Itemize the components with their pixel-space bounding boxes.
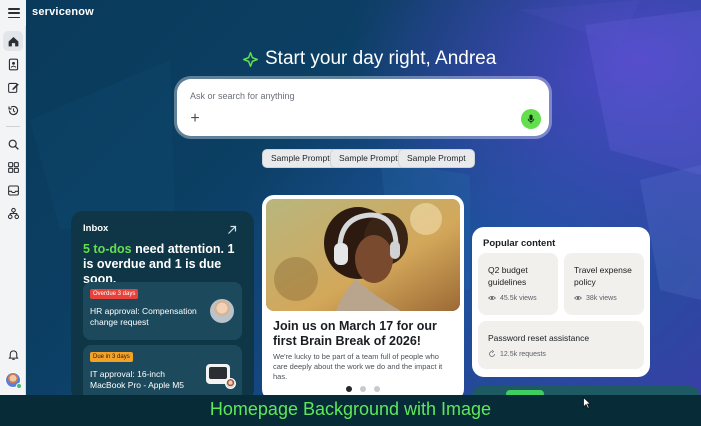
popular-item-meta: 12.5k requests [488,350,546,358]
due-soon-badge: Due in 3 days [90,352,133,362]
popular-item-meta: 38k views [574,294,617,302]
brand-logo[interactable]: servicenow [32,6,94,18]
sidebar-item-profile[interactable] [3,54,23,74]
carousel-dot[interactable] [360,386,366,392]
event-photo [266,199,460,311]
id-card-icon [8,58,18,70]
popular-item-title: Travel expense policy [574,265,632,287]
popular-item[interactable]: Travel expense policy 38k views [564,253,644,315]
sample-prompt-chip[interactable]: Sample Prompt [330,149,407,168]
sidebar-item-apps[interactable] [3,157,23,177]
sample-prompt-chip[interactable]: Sample Prompt [398,149,475,168]
popular-content-card: Popular content Q2 budget guidelines 45.… [472,227,650,377]
greeting-text: Start your day right, Andrea [265,48,497,69]
inbox-title: Inbox [83,223,109,234]
greeting: Start your day right, Andrea [243,46,496,72]
sidebar-item-org[interactable] [3,203,23,223]
sidebar-item-edit[interactable] [3,77,23,97]
task-title: IT approval: 16-inch MacBook Pro - Apple… [90,369,185,390]
popular-item[interactable]: Password reset assistance 12.5k requests [478,321,644,369]
requester-avatar [210,299,234,323]
requester-avatar [225,378,236,389]
popular-content-title: Popular content [483,238,556,249]
edit-icon [7,82,19,93]
popular-item-requests: 12.5k requests [500,350,546,358]
carousel-dot[interactable] [374,386,380,392]
popular-item-title: Password reset assistance [488,333,590,343]
task-item[interactable]: Due in 3 days IT approval: 16-inch MacBo… [83,345,242,401]
home-icon [8,36,18,46]
caption-text: Homepage Background with Image [209,399,492,419]
sparkle-icon [243,51,258,67]
event-description: We're lucky to be part of a team full of… [273,352,443,381]
carousel-pagination [346,386,380,392]
org-chart-icon [7,207,19,219]
sample-prompt-chip[interactable]: Sample Prompt [262,149,339,168]
mouse-cursor-icon [583,397,591,409]
servicenow-homepage: servicenow Start your day right, Andrea … [0,0,701,426]
history-icon [7,105,18,115]
popular-item-views: 45.5k views [500,294,537,302]
task-title: HR approval: Compensation change request [90,306,197,327]
sidebar-item-history[interactable] [3,100,23,120]
popular-item-title: Q2 budget guidelines [488,265,528,287]
eye-icon [574,296,582,300]
todo-count: 5 to-dos [83,242,132,256]
sidebar-item-search[interactable] [3,134,23,154]
hamburger-menu-icon[interactable] [7,6,21,20]
eye-icon [488,296,496,300]
overdue-badge: Overdue 3 days [90,289,139,299]
microphone-icon [527,114,535,124]
search-icon [8,139,19,150]
popular-item-views: 38k views [586,294,617,302]
popular-item-meta: 45.5k views [488,294,537,302]
search-input[interactable] [190,88,510,104]
expand-arrow-icon[interactable] [227,225,237,235]
sidebar-item-notifications[interactable] [3,344,23,364]
popular-item[interactable]: Q2 budget guidelines 45.5k views [478,253,558,315]
task-item[interactable]: Overdue 3 days HR approval: Compensation… [83,282,242,340]
carousel-dot[interactable] [346,386,352,392]
inbox-summary: 5 to-dos need attention. 1 is overdue an… [83,242,248,287]
requests-icon [489,350,495,357]
sidebar-item-home[interactable] [3,31,23,51]
woman-with-headphones-image [266,199,460,311]
inbox-icon [7,185,19,195]
sidebar-item-inbox[interactable] [3,180,23,200]
sidebar-divider [6,126,20,127]
plus-icon: + [190,110,200,127]
event-carousel-card[interactable]: Join us on March 17 for our first Brain … [262,195,464,401]
add-attachment-button[interactable]: + [187,110,203,128]
event-title: Join us on March 17 for our first Brain … [273,319,437,348]
apps-grid-icon [7,161,19,173]
bell-icon [7,349,19,360]
ai-search-box: + [177,79,549,136]
online-status-indicator [16,383,22,389]
sidebar [0,26,26,426]
voice-input-button[interactable] [521,109,541,129]
top-bar: servicenow [0,0,701,26]
inbox-card: Inbox 5 to-dos need attention. 1 is over… [71,211,254,401]
